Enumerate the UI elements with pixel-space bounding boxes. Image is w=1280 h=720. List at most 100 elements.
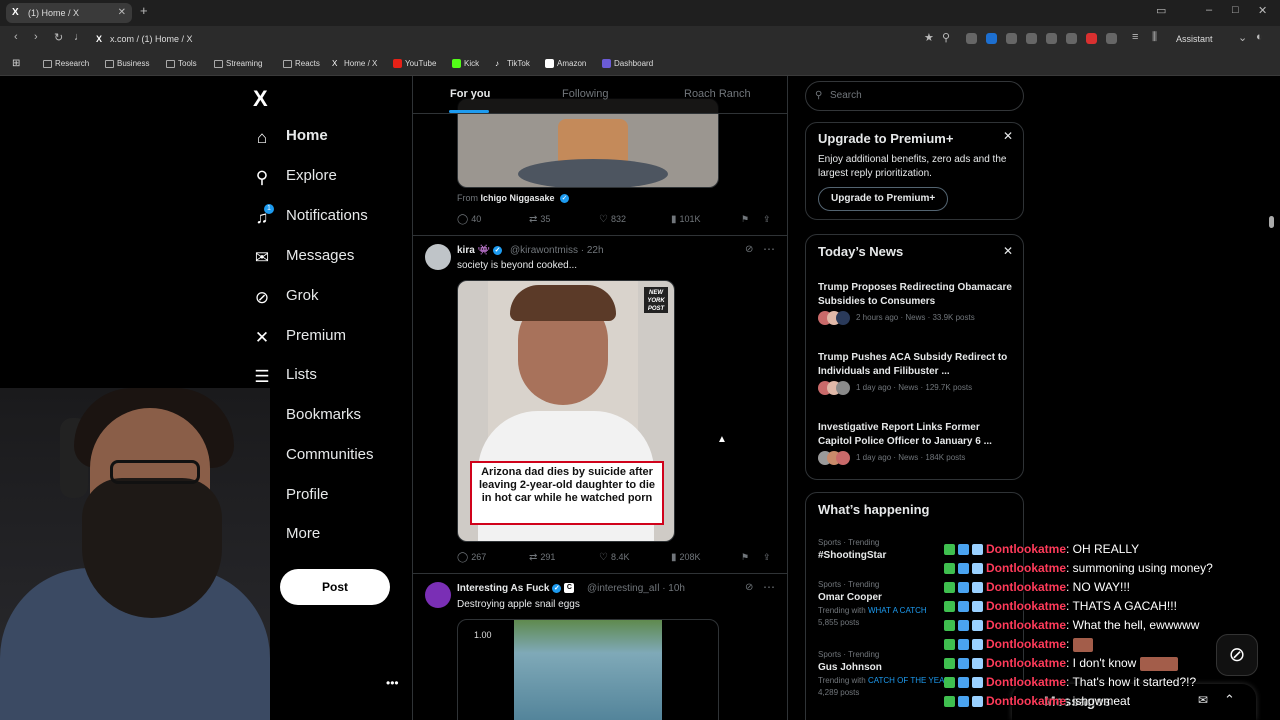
apps-icon[interactable]: ⊞ [12, 52, 20, 76]
bookmark-youtube[interactable]: YouTube [393, 52, 436, 76]
extension-icon[interactable] [1066, 33, 1077, 44]
extension-icon[interactable] [966, 33, 977, 44]
tab-search-icon[interactable]: ▭ [1156, 4, 1166, 17]
news-meta-text: 2 hours ago · News · 33.9K posts [856, 313, 975, 322]
account-more-icon[interactable]: ••• [386, 676, 399, 690]
post-more-icon[interactable]: ⋯ [763, 242, 775, 256]
bookmark-reacts[interactable]: Reacts [283, 52, 320, 76]
sidebar-item-premium[interactable]: ✕ Premium [252, 324, 402, 356]
extension-icon[interactable] [986, 33, 997, 44]
chevron-down-icon[interactable]: ⌄ [1238, 31, 1247, 44]
sidebar-item-home[interactable]: ⌂ Home [252, 124, 402, 156]
trend-with-value[interactable]: WHAT A CATCH [868, 606, 927, 615]
reply-button[interactable]: ◯ 267 [457, 552, 486, 563]
share-button[interactable]: ⇪ [763, 552, 771, 563]
video-caption: Arizona dad dies by suicide after leavin… [470, 461, 664, 525]
tab-following[interactable]: Following [562, 88, 608, 100]
from-user[interactable]: Ichigo Niggasake [481, 193, 555, 203]
trend-with-value[interactable]: CATCH OF THE YEAR [868, 676, 950, 685]
post-author-handle[interactable]: @kirawontmiss · 22h [510, 245, 604, 256]
repost-button[interactable]: ⇄ 35 [529, 214, 550, 225]
extension-icon[interactable] [1086, 33, 1097, 44]
views-button[interactable]: ▮ 208K [671, 552, 701, 563]
bookmark-tiktok[interactable]: ♪ TikTok [495, 52, 530, 76]
bookmark-home-x[interactable]: X Home / X [332, 52, 377, 76]
close-icon[interactable]: ✕ [1003, 244, 1013, 258]
star-icon[interactable]: ★ [924, 31, 934, 44]
bookmark-button[interactable]: ⚑ [741, 214, 749, 225]
reply-button[interactable]: ◯ 40 [457, 214, 481, 225]
new-tab-button[interactable]: + [140, 3, 148, 18]
tab-for-you[interactable]: For you [450, 88, 490, 100]
sidebar-item-communities[interactable]: ⚇ Communities [252, 443, 402, 475]
repost-button[interactable]: ⇄ 291 [529, 552, 555, 563]
close-icon[interactable]: ✕ [1003, 129, 1013, 143]
sidebar-item-lists[interactable]: ☰ Lists [252, 363, 402, 395]
post-author-name[interactable]: kira 👾 ✓ [457, 245, 505, 256]
mic-icon[interactable]: ♩ [74, 31, 85, 43]
extension-icon[interactable] [1006, 33, 1017, 44]
grok-icon[interactable]: ⊘ [745, 244, 753, 255]
equalizer-icon[interactable]: ⫼ [1152, 31, 1157, 44]
page-scrollbar[interactable] [1269, 216, 1274, 228]
sidebar-item-notifications[interactable]: ♫ 1 Notifications [252, 204, 402, 236]
search-input[interactable]: ⚲ Search [805, 81, 1024, 111]
x-logo[interactable]: X [253, 86, 268, 112]
extension-icon[interactable] [1106, 33, 1117, 44]
extension-icon[interactable] [1026, 33, 1037, 44]
post-author-handle[interactable]: @interesting_aIl · 10h [587, 583, 685, 594]
sidebar-item-more[interactable]: ⋯ More [252, 522, 402, 554]
minimize-button[interactable]: – [1206, 4, 1212, 16]
bookmark-tools[interactable]: Tools [166, 52, 197, 76]
bookmark-research[interactable]: Research [43, 52, 89, 76]
like-button[interactable]: ♡ 832 [599, 214, 626, 225]
sidebar-item-bookmarks[interactable]: ⚑ Bookmarks [252, 403, 402, 435]
chat-text: : THATS A GACAH!!! [1066, 599, 1177, 613]
sidebar-item-profile[interactable]: ♙ Profile [252, 483, 402, 515]
sidebar-item-explore[interactable]: ⚲ Explore [252, 164, 402, 196]
share-button[interactable]: ⇪ [763, 214, 771, 225]
post-media-video[interactable]: NEW YORK POST Arizona dad dies by suicid… [457, 280, 675, 542]
avatar[interactable] [425, 244, 451, 270]
bookmark-amazon[interactable]: Amazon [545, 52, 586, 76]
post-author-name[interactable]: Interesting As Fuck ✓ C [457, 583, 575, 594]
avatar[interactable] [425, 582, 451, 608]
upgrade-premium-button[interactable]: Upgrade to Premium+ [818, 187, 949, 211]
close-window-button[interactable]: ✕ [1258, 4, 1267, 17]
bookmark-business[interactable]: Business [105, 52, 149, 76]
reload-button[interactable]: ↻ [54, 31, 63, 44]
expand-chevron-icon[interactable]: ⌃ [1224, 692, 1235, 708]
link-icon[interactable]: ⚲ [942, 31, 950, 44]
bookmark-streaming[interactable]: Streaming [214, 52, 262, 76]
post-button[interactable]: Post [280, 569, 390, 605]
tab-roach-ranch[interactable]: Roach Ranch [684, 88, 751, 100]
news-item[interactable]: Investigative Report Links Former Capito… [818, 421, 1014, 465]
sidebar-item-grok[interactable]: ⊘ Grok [252, 284, 402, 316]
grok-icon[interactable]: ⊘ [745, 582, 753, 593]
news-item[interactable]: Trump Proposes Redirecting Obamacare Sub… [818, 281, 1014, 325]
folder-icon [43, 60, 52, 68]
profile-icon[interactable]: ◐ [1256, 31, 1263, 43]
bookmark-kick[interactable]: Kick [452, 52, 479, 76]
forward-button[interactable]: › [34, 31, 38, 43]
browser-tab[interactable]: X (1) Home / X ✕ [6, 3, 132, 23]
view-count: 101K [679, 214, 701, 224]
views-button[interactable]: ▮ 101K [671, 214, 701, 225]
sidebar-item-messages[interactable]: ✉ Messages [252, 244, 402, 276]
news-item[interactable]: Trump Pushes ACA Subsidy Redirect to Ind… [818, 351, 1014, 395]
post-more-icon[interactable]: ⋯ [763, 580, 775, 594]
menu-icon[interactable]: ≡ [1132, 31, 1138, 43]
like-button[interactable]: ♡ 8.4K [599, 552, 629, 563]
bookmark-button[interactable]: ⚑ [741, 552, 749, 563]
close-tab-icon[interactable]: ✕ [118, 3, 126, 23]
bookmark-dashboard[interactable]: Dashboard [602, 52, 653, 76]
extension-icon[interactable] [1046, 33, 1057, 44]
maximize-button[interactable]: □ [1232, 4, 1239, 16]
grok-fab-button[interactable]: ⊘ [1216, 634, 1258, 676]
address-bar[interactable]: X x.com / (1) Home / X [92, 30, 912, 48]
mail-icon: ✉ [254, 248, 270, 267]
back-button[interactable]: ‹ [14, 31, 18, 43]
post-media-video[interactable]: 1.00 [457, 619, 719, 720]
compose-message-icon[interactable]: ✉ [1198, 693, 1208, 707]
assistant-button[interactable]: Assistant [1176, 30, 1213, 48]
